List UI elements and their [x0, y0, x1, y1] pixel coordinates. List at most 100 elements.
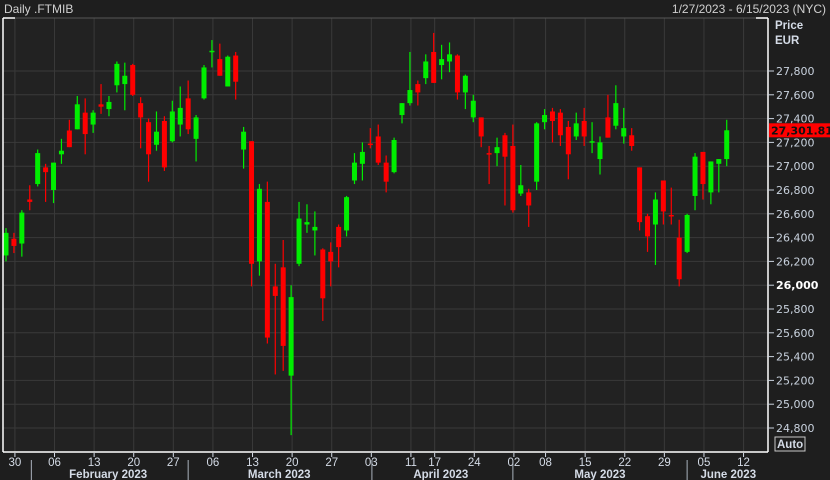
- candle-body: [146, 122, 152, 155]
- y-tick-label: 27,600: [776, 89, 815, 102]
- x-tick-label: 30: [9, 457, 22, 469]
- candle-body: [43, 167, 49, 173]
- candle-body: [589, 141, 595, 143]
- candle: [225, 55, 231, 87]
- candle-body: [161, 120, 167, 168]
- x-tick-label: 03: [365, 457, 378, 469]
- candle-body: [470, 100, 476, 118]
- candle: [161, 116, 167, 171]
- candle-body: [344, 197, 350, 231]
- y-tick-label: 25,000: [776, 398, 815, 411]
- candle-body: [454, 55, 460, 93]
- candle: [391, 137, 397, 174]
- candle: [637, 167, 643, 231]
- chart-title: Daily .FTMIB: [4, 2, 73, 16]
- y-tick-label: 27,200: [776, 136, 815, 149]
- candle: [35, 149, 41, 187]
- last-price-tag: 27,301.81: [769, 123, 830, 138]
- candle-body: [613, 103, 619, 126]
- candle-body: [581, 120, 587, 137]
- month-label: April 2023: [413, 469, 468, 480]
- candle-body: [423, 61, 429, 79]
- candle: [264, 181, 270, 344]
- candle-body: [502, 135, 508, 157]
- candle-body: [296, 218, 302, 264]
- month-label: March 2023: [248, 469, 311, 480]
- candle-body: [280, 267, 286, 346]
- candle-body: [304, 222, 310, 225]
- candle-body: [399, 103, 405, 116]
- x-tick-label: 02: [507, 457, 520, 469]
- x-tick-label: 17: [428, 457, 441, 469]
- candle-body: [209, 50, 215, 53]
- candle-body: [27, 199, 33, 202]
- candle-body: [645, 216, 651, 237]
- candle-body: [328, 251, 334, 262]
- candle-body: [193, 117, 199, 139]
- candle: [344, 195, 350, 237]
- x-tick-label: 27: [325, 457, 338, 469]
- auto-button-label[interactable]: Auto: [777, 439, 803, 451]
- x-tick-label: 22: [618, 457, 631, 469]
- y-tick-label: 25,200: [776, 374, 815, 387]
- candle-body: [652, 199, 658, 225]
- candle-body: [35, 153, 41, 185]
- candle-body: [660, 180, 666, 212]
- candle: [130, 63, 136, 96]
- candle-body: [217, 59, 223, 76]
- x-tick-label: 15: [579, 457, 592, 469]
- x-tick-label: 08: [539, 457, 552, 469]
- candle-body: [486, 153, 492, 155]
- candle-body: [431, 51, 437, 83]
- candle-body: [351, 162, 357, 181]
- candle-body: [478, 117, 484, 137]
- candle-body: [676, 237, 682, 280]
- candle-body: [130, 65, 136, 95]
- candle-body: [510, 145, 516, 211]
- candle-body: [439, 59, 445, 66]
- candle-body: [637, 167, 643, 223]
- candle-body: [138, 103, 144, 118]
- y-tick-label: 26,400: [776, 232, 815, 245]
- candle-body: [256, 188, 262, 262]
- candle-body: [51, 162, 57, 190]
- candle-body: [225, 56, 231, 87]
- candle-body: [447, 54, 453, 62]
- candle-body: [58, 150, 64, 155]
- candle-body: [383, 162, 389, 182]
- candle-body: [375, 136, 381, 163]
- candle-body: [597, 142, 603, 160]
- y-tick-label: 24,800: [776, 422, 815, 435]
- x-tick-label: 12: [737, 457, 750, 469]
- month-label: May 2023: [574, 469, 625, 480]
- x-tick-label: 13: [88, 457, 101, 469]
- last-price-label: 27,301.81: [771, 124, 830, 137]
- candle-body: [264, 201, 270, 338]
- auto-scale-button[interactable]: Auto: [774, 436, 806, 452]
- x-tick-label: 20: [127, 457, 140, 469]
- y-tick-label: 26,800: [776, 184, 815, 197]
- candle-body: [716, 159, 722, 164]
- candle-body: [549, 111, 555, 121]
- candle-body: [542, 115, 548, 123]
- candle: [201, 65, 207, 100]
- y-tick-label: 26,000: [776, 279, 819, 292]
- x-tick-label: 13: [246, 457, 259, 469]
- candle-body: [153, 131, 159, 145]
- candle: [684, 213, 690, 254]
- candle-body: [367, 143, 373, 146]
- month-label: February 2023: [69, 469, 147, 480]
- candle-body: [359, 151, 365, 164]
- candle-body: [708, 161, 714, 193]
- candle-body: [185, 98, 191, 130]
- date-range: 1/27/2023 - 6/15/2023 (NYC): [672, 2, 826, 16]
- candle-body: [684, 214, 690, 252]
- candle-body: [19, 212, 25, 244]
- candle-body: [415, 84, 421, 93]
- y-tick-label: 26,600: [776, 208, 815, 221]
- x-tick-label: 11: [405, 457, 417, 469]
- candle-body: [106, 101, 112, 110]
- candle-body: [724, 130, 730, 160]
- x-tick-label: 24: [468, 457, 481, 469]
- x-tick-label: 06: [207, 457, 220, 469]
